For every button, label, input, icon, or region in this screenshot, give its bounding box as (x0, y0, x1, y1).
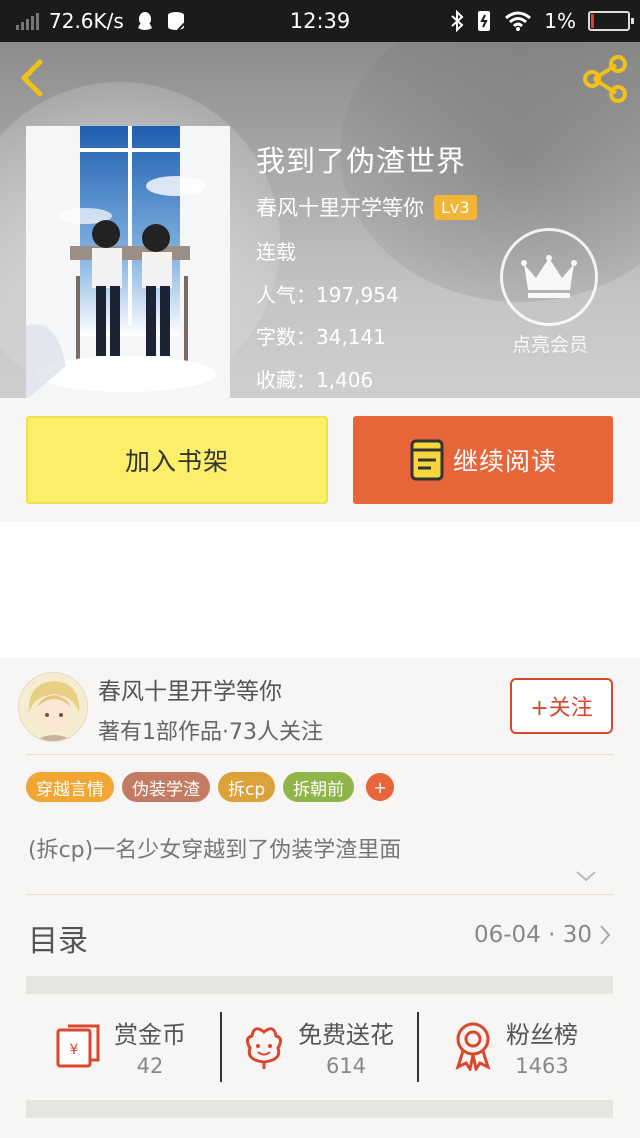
tag-item[interactable]: 拆朝前 (283, 772, 355, 802)
divider (417, 1012, 419, 1082)
tag-item[interactable]: 穿越言情 (26, 772, 114, 802)
bluetooth-icon (451, 10, 464, 32)
author-card: 春风十里开学等你 著有1部作品·73人关注 +关注 穿越言情 伪装学渣 拆cp … (0, 658, 640, 1138)
book-author-line: 春风十里开学等你 Lv3 (256, 192, 477, 222)
stat-name: 粉丝榜 (506, 1020, 578, 1049)
continue-reading-button[interactable]: 继续阅读 (353, 416, 613, 504)
share-button[interactable] (580, 54, 630, 104)
chevron-down-icon (576, 871, 596, 882)
stat-name: 赏金币 (114, 1020, 186, 1049)
divider (26, 754, 614, 755)
section-separator (26, 976, 613, 994)
toc-link[interactable]: 06-04 · 30 (474, 922, 612, 948)
book-cover[interactable] (26, 126, 230, 400)
book-author[interactable]: 春风十里开学等你 (256, 192, 424, 222)
action-bar: 加入书架 继续阅读 (0, 398, 640, 522)
stat-value: 614 (325, 1053, 367, 1078)
reward-coins-button[interactable]: ¥ 赏金币 42 (54, 998, 186, 1094)
back-button[interactable] (14, 58, 54, 98)
toc-update: 06-04 · 30 (473, 922, 592, 948)
add-to-shelf-button[interactable]: 加入书架 (26, 416, 328, 504)
red-envelope-icon: ¥ (56, 1024, 100, 1068)
wifi-icon (505, 11, 532, 31)
status-bar: 72.6K/s 12:39 1% (0, 0, 640, 42)
battery-percent: 1% (544, 9, 576, 33)
tag-item[interactable]: 伪装学渣 (122, 772, 210, 802)
fan-ranking-button[interactable]: 粉丝榜 1463 (450, 998, 578, 1094)
book-favorites: 收藏：1,406 (256, 368, 374, 392)
divider (26, 894, 614, 895)
continue-reading-label: 继续阅读 (452, 447, 557, 476)
section-separator (26, 1100, 613, 1118)
follow-button[interactable]: +关注 (510, 678, 613, 734)
tag-list: 穿越言情 伪装学渣 拆cp 拆朝前 + (26, 772, 395, 802)
vibrate-icon (478, 11, 491, 31)
book-word-count: 字数：34,141 (256, 325, 386, 349)
add-tag-button[interactable]: + (366, 773, 395, 801)
author-name[interactable]: 春风十里开学等你 (98, 672, 282, 706)
expand-button[interactable] (574, 864, 598, 888)
send-flower-button[interactable]: 免费送花 614 (240, 998, 394, 1094)
stat-value: 42 (136, 1053, 164, 1078)
svg-text:¥: ¥ (70, 1042, 79, 1058)
stat-value: 1463 (515, 1053, 569, 1078)
chevron-right-icon (600, 925, 611, 945)
avatar[interactable] (18, 672, 88, 742)
author-level-badge: Lv3 (434, 194, 477, 220)
share-icon (583, 55, 627, 103)
book-popularity: 人气：197,954 (256, 283, 399, 307)
tag-item[interactable]: 拆cp (218, 772, 276, 802)
flower-icon (245, 1027, 283, 1069)
book-status: 连载 (256, 240, 296, 264)
author-works-info: 著有1部作品·73人关注 (98, 720, 323, 745)
book-description: (拆cp)一名少女穿越到了伪装学渣里面 (28, 838, 402, 863)
crown-icon (521, 255, 577, 298)
battery-icon (588, 11, 634, 31)
vip-button[interactable]: 点亮会员 (500, 228, 600, 357)
vip-label: 点亮会员 (511, 334, 588, 356)
chevron-left-icon (21, 59, 43, 97)
stat-name: 免费送花 (298, 1020, 394, 1049)
blank-area (0, 522, 640, 658)
book-icon (410, 439, 444, 481)
medal-icon (455, 1022, 491, 1071)
toc-label[interactable]: 目录 (28, 916, 88, 960)
divider (220, 1012, 222, 1082)
book-title: 我到了伪渣世界 (256, 144, 467, 178)
stats-row: ¥ 赏金币 42 免费送花 614 粉丝榜 1463 (26, 998, 613, 1094)
